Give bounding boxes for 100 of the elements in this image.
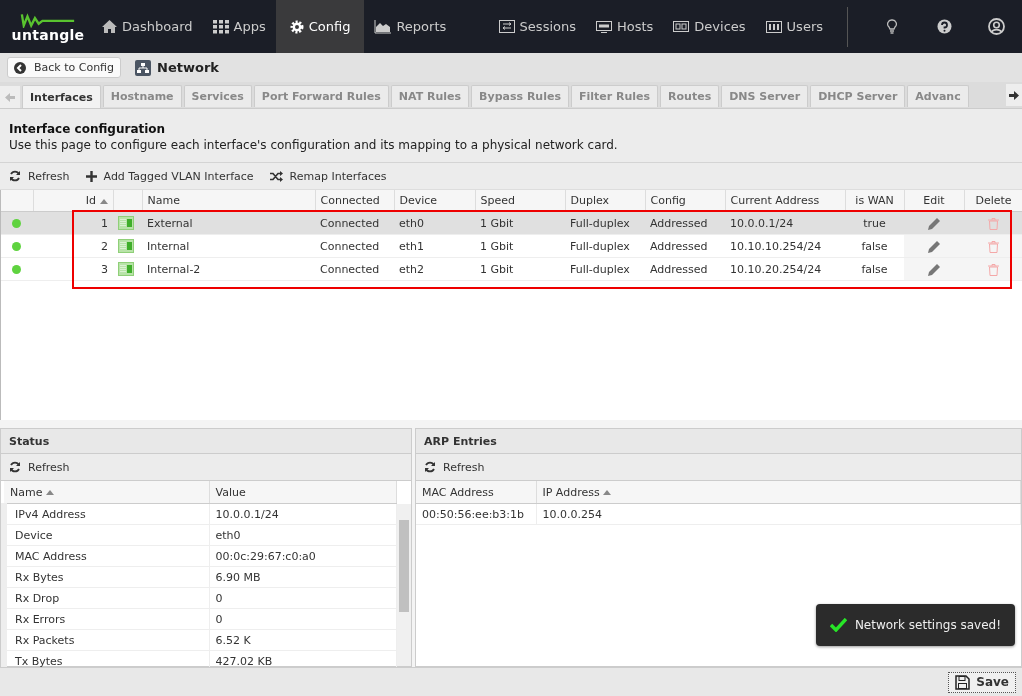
nav-item[interactable]: Apps (202, 0, 276, 53)
table-cell: 0 (215, 591, 223, 605)
nav-item[interactable]: Config (275, 0, 365, 53)
table-cell: MAC Address (15, 549, 87, 563)
toolbar-button[interactable]: Add Tagged VLAN Interface (85, 169, 254, 183)
edit-icon[interactable] (928, 263, 940, 276)
refresh-icon (9, 170, 21, 182)
table-cell: eth0 (399, 216, 425, 230)
table-row[interactable]: 3 Internal-2 Connected eth2 1 Gbit Full-duplex Addressed 10.10.20.254/24 false (1, 257, 1022, 281)
table-cell: Internal (147, 239, 190, 253)
column-header[interactable]: Name (142, 190, 315, 212)
nav-item[interactable]: Sessions (488, 0, 586, 53)
devices-icon (673, 20, 690, 33)
nav-item[interactable]: Users (755, 0, 833, 53)
nav-item[interactable]: Dashboard (92, 0, 203, 53)
edit-icon[interactable] (928, 240, 940, 253)
table-cell: Full-duplex (570, 262, 630, 276)
refresh-button[interactable]: Refresh (9, 460, 70, 474)
table-cell: 10.0.0.1/24 (730, 216, 794, 230)
column-header[interactable]: Name (4, 481, 209, 504)
panel-title: Status (1, 429, 411, 454)
table-cell: false (861, 239, 888, 253)
home-icon (102, 20, 117, 33)
nav-item[interactable]: Devices (663, 0, 756, 53)
table-cell: 1 Gbit (480, 262, 514, 276)
table-cell: false (861, 262, 888, 276)
table-cell: Connected (320, 262, 380, 276)
sort-icon (45, 490, 54, 495)
table-cell: 2 (101, 239, 108, 253)
table-cell: External (147, 216, 193, 230)
column-header[interactable]: Id (33, 190, 113, 212)
section-title: Interface configuration (9, 122, 167, 136)
refresh-button[interactable]: Refresh (424, 460, 485, 474)
table-cell: Device (15, 528, 53, 542)
toolbar-button[interactable]: Remap Interfaces (269, 169, 387, 183)
refresh-icon (424, 461, 436, 473)
table-cell: 00:50:56:ee:b3:1b (422, 507, 525, 521)
table-cell: Rx Packets (15, 633, 75, 647)
table-cell: 10.10.10.254/24 (730, 239, 822, 253)
table-cell: Addressed (650, 239, 708, 253)
table-cell: 6.52 K (215, 633, 251, 647)
column-header[interactable]: IP Address (536, 481, 1021, 504)
table-cell: Connected (320, 216, 380, 230)
back-button[interactable]: Back to Config (7, 57, 122, 78)
settings-icon (289, 19, 304, 34)
tab[interactable]: Interfaces (22, 85, 101, 108)
table-cell: Full-duplex (570, 239, 630, 253)
save-button[interactable]: Save (948, 671, 1016, 693)
table-cell: Addressed (650, 262, 708, 276)
table-row[interactable]: 1 External Connected eth0 1 Gbit Full-duplex Addressed 10.0.0.1/24 true (1, 211, 1022, 235)
table-cell: 427.02 KB (215, 654, 273, 668)
logo-text: untangle (11, 27, 85, 42)
network-card-icon (118, 216, 134, 230)
nav-item[interactable]: Hosts (586, 0, 664, 53)
table-cell: 1 Gbit (480, 216, 514, 230)
toolbar-button[interactable]: Refresh (9, 169, 70, 183)
table-cell: 6.90 MB (215, 570, 261, 584)
refresh-icon (9, 461, 21, 473)
delete-icon[interactable] (988, 263, 999, 276)
table-cell: 1 (101, 216, 108, 230)
table-cell: 10.0.0.1/24 (215, 507, 279, 521)
plus-icon (85, 170, 97, 182)
logo-wave-icon (20, 11, 76, 28)
toast-notification: Network settings saved! (815, 604, 1015, 646)
table-cell: 10.0.0.254 (542, 507, 602, 521)
table-row[interactable]: 2 Internal Connected eth1 1 Gbit Full-duplex Addressed 10.10.10.254/24 false (1, 234, 1022, 258)
users-icon (765, 20, 782, 33)
table-cell: 3 (101, 262, 108, 276)
nav-item[interactable]: Reports (364, 0, 457, 53)
table-cell: 10.10.20.254/24 (730, 262, 822, 276)
table-cell: Addressed (650, 216, 708, 230)
table-cell: eth0 (215, 528, 241, 542)
logo[interactable]: untangle (0, 11, 92, 42)
grid-icon (212, 19, 229, 34)
network-card-icon (118, 239, 134, 253)
table-cell: Full-duplex (570, 216, 630, 230)
table-cell: true (863, 216, 886, 230)
edit-icon[interactable] (928, 217, 940, 230)
shuffle-icon (269, 170, 283, 182)
scrollbar[interactable] (397, 504, 411, 666)
scroll-right-icon[interactable] (1006, 84, 1022, 106)
column-header[interactable]: Value (209, 481, 397, 504)
table-cell: IPv4 Address (15, 507, 86, 521)
area-chart-icon (374, 19, 392, 34)
delete-icon[interactable] (988, 240, 999, 253)
sessions-icon (498, 20, 515, 33)
sort-icon (603, 490, 612, 495)
page-title: Network (157, 60, 219, 75)
sort-icon (99, 198, 108, 204)
table-cell: Tx Bytes (15, 654, 63, 668)
table-cell: Connected (320, 239, 380, 253)
table-cell: Rx Drop (15, 591, 60, 605)
table-cell: 00:0c:29:67:c0:a0 (215, 549, 316, 563)
table-cell: Rx Errors (15, 612, 66, 626)
table-cell: eth1 (399, 239, 425, 253)
table-cell: 0 (215, 612, 223, 626)
network-icon (135, 59, 152, 76)
table-cell: eth2 (399, 262, 425, 276)
table-cell: Rx Bytes (15, 570, 64, 584)
column-header[interactable]: MAC Address (416, 481, 536, 504)
